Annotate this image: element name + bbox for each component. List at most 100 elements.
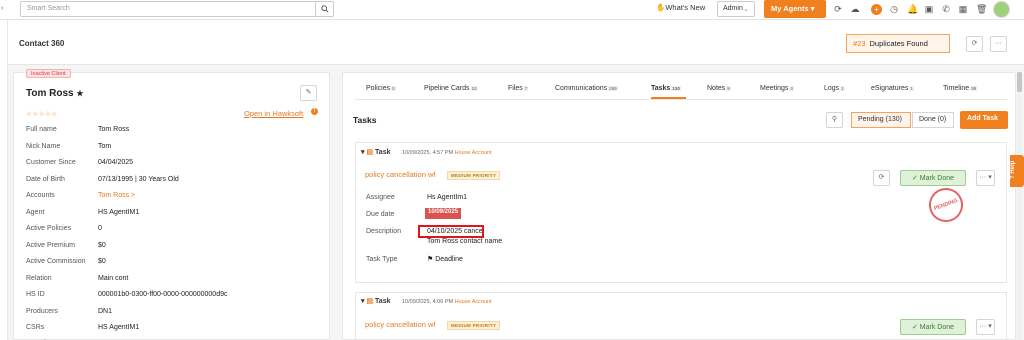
tab-tasks[interactable]: Tasks 130	[651, 85, 681, 92]
edit-button[interactable]: ✎	[300, 85, 317, 101]
mark-done-label: Mark Done	[919, 324, 955, 331]
field-label: CSRs	[26, 324, 45, 331]
caret-down-icon[interactable]: ▾	[361, 149, 365, 156]
field-label: Customer Since	[26, 159, 76, 166]
mark-done-label: Mark Done	[919, 175, 955, 182]
page-title: Contact 360	[19, 39, 65, 48]
hand-icon: ✋	[656, 3, 666, 12]
my-agents-label: My Agents	[771, 4, 809, 13]
field-label: Accounts	[26, 192, 55, 199]
search-input[interactable]: Smart Search	[20, 1, 334, 17]
task-header: ▾ ▤ Task	[361, 148, 390, 156]
tab-label: Meetings	[760, 85, 789, 92]
whats-new-link[interactable]: ✋What's New	[656, 3, 705, 12]
field-value: DN1	[98, 308, 113, 315]
field-value: HS AgentIM1	[98, 209, 140, 216]
rating-stars[interactable]: ☆☆☆☆☆	[26, 110, 58, 118]
caret-down-icon: ▾	[810, 4, 815, 13]
tab-meetings[interactable]: Meetings 4	[760, 85, 794, 92]
field-label: Producers	[26, 308, 58, 315]
client-name-text: Tom Ross	[26, 88, 74, 99]
field-value: 04/04/2025	[98, 159, 134, 166]
due-date-label: Due date	[366, 211, 395, 218]
search-button[interactable]	[315, 1, 334, 17]
phone-icon[interactable]: ✆	[941, 4, 951, 14]
caret-down-icon[interactable]: ▾	[361, 298, 365, 305]
task-name-link[interactable]: policy cancellation wf	[365, 320, 435, 329]
field-value: 07/13/1995 | 30 Years Old	[98, 176, 179, 183]
cloud-icon[interactable]: ☁	[850, 4, 860, 14]
star-icon[interactable]: ★	[76, 89, 83, 98]
open-in-hawksoft-link[interactable]: Open in Hawksoft	[244, 109, 303, 118]
help-tab[interactable]: ? Help	[1010, 155, 1024, 187]
ellipsis-icon: ···	[995, 40, 1002, 47]
task-search-button[interactable]: ⚲	[826, 112, 843, 128]
whats-new-label: What's New	[665, 3, 706, 12]
tab-label: Communications	[555, 85, 608, 92]
left-nav-strip	[0, 0, 8, 340]
info-icon[interactable]: !	[311, 108, 318, 115]
tab-label: Pipeline Cards	[424, 85, 470, 92]
refresh-icon: ⟳	[878, 174, 885, 181]
task-type-text: Deadline	[435, 256, 463, 263]
refresh-icon[interactable]: ⟳	[833, 4, 843, 14]
tab-policies[interactable]: Policies 0	[366, 85, 396, 92]
tab-label: Policies	[366, 85, 391, 92]
task-account[interactable]: House Account	[455, 150, 492, 156]
tab-pipeline-cards[interactable]: Pipeline Cards 10	[424, 85, 478, 92]
mark-done-button[interactable]: ✓ Mark Done	[900, 170, 966, 186]
chip-icon[interactable]: ▦	[958, 4, 968, 14]
task-more-button[interactable]: ··· ▾	[976, 319, 995, 335]
add-icon[interactable]: +	[871, 4, 882, 15]
field-value[interactable]: Tom Ross >	[98, 192, 135, 199]
task-name-link[interactable]: policy cancellation wf	[365, 170, 435, 179]
tab-label: Timeline	[943, 85, 970, 92]
scrollbar-track[interactable]	[1017, 72, 1022, 340]
more-options-button[interactable]: ···	[990, 36, 1007, 52]
clock-icon[interactable]: ◷	[889, 4, 899, 14]
field-label: Date of Birth	[26, 176, 65, 183]
tab-count-badge: 7	[523, 85, 529, 91]
tab-count-badge: 99	[970, 85, 978, 91]
field-value: 000001b0-0300-ff00-0000-000000000d9c	[98, 291, 228, 298]
task-refresh-button[interactable]: ⟳	[873, 170, 890, 186]
my-agents-button[interactable]: My Agents ▾	[764, 0, 826, 18]
task-type-field-label: Task Type	[366, 256, 398, 263]
tab-count-badge: 0	[391, 85, 396, 91]
task-more-button[interactable]: ··· ▾	[976, 170, 995, 186]
task-type-label: Task	[375, 298, 391, 305]
calendar-icon: ▤	[366, 298, 374, 305]
pending-filter-button[interactable]: Pending (130)	[851, 112, 911, 128]
tab-communications[interactable]: Communications 299	[555, 85, 618, 92]
field-value: HS AgentIM1	[98, 324, 140, 331]
field-value: $0	[98, 242, 106, 249]
expand-nav-icon[interactable]: ›	[1, 5, 3, 12]
duplicates-count: #23	[853, 39, 866, 48]
scrollbar-thumb[interactable]	[1017, 72, 1022, 92]
due-date-badge: 10/09/2025	[425, 208, 462, 219]
client-name: Tom Ross ★	[26, 88, 84, 99]
task-datetime: 10/09/2025, 4:06 PM	[402, 299, 454, 305]
field-value: Main cont	[98, 275, 129, 282]
tab-esignatures[interactable]: eSignatures 1	[871, 85, 914, 92]
task-account[interactable]: House Account	[455, 299, 492, 305]
mark-done-button[interactable]: ✓ Mark Done	[900, 319, 966, 335]
flag-icon: ⚑	[427, 256, 434, 263]
duplicates-found-button[interactable]: #23 Duplicates Found	[846, 34, 950, 53]
add-task-button[interactable]: Add Task	[960, 111, 1008, 129]
ellipsis-icon: ··· ▾	[979, 323, 992, 330]
bell-icon[interactable]: 🔔	[907, 4, 918, 14]
highlight-box	[418, 225, 484, 238]
tab-logs[interactable]: Logs 1	[824, 85, 845, 92]
tab-timeline[interactable]: Timeline 99	[943, 85, 978, 92]
tab-files[interactable]: Files 7	[508, 85, 529, 92]
refresh-button[interactable]: ⟳	[966, 36, 983, 52]
trash-icon[interactable]: 🗑	[976, 4, 987, 14]
message-icon[interactable]: ▣	[924, 4, 934, 14]
done-filter-button[interactable]: Done (0)	[912, 112, 954, 128]
user-avatar[interactable]	[993, 1, 1010, 18]
refresh-icon: ⟳	[971, 40, 978, 47]
tab-notes[interactable]: Notes 9	[707, 85, 731, 92]
field-label: Agent	[26, 209, 45, 216]
admin-select[interactable]: Admin ⌄	[717, 1, 755, 17]
